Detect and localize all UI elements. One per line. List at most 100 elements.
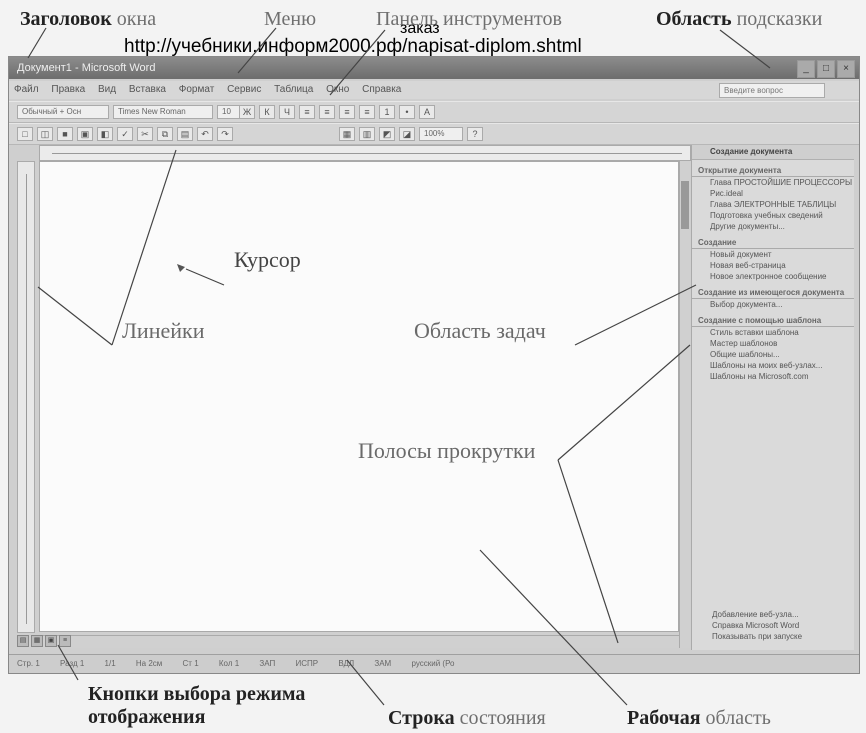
- italic-button[interactable]: К: [259, 105, 275, 119]
- status-column: Кол 1: [218, 659, 240, 668]
- label-view-buttons-line2: отображения: [88, 706, 206, 728]
- task-template-item-1[interactable]: Стиль вставки шаблона: [692, 327, 854, 338]
- map-icon[interactable]: ◪: [399, 127, 415, 141]
- menu-item-window[interactable]: Окно: [321, 81, 354, 99]
- label-workspace-bold: Рабочая: [627, 707, 701, 729]
- help-search-box[interactable]: Введите вопрос: [719, 83, 825, 98]
- task-section-create: Создание: [692, 235, 854, 249]
- task-open-item-5[interactable]: Другие документы...: [692, 221, 854, 232]
- status-rec: ЗАП: [259, 659, 276, 668]
- status-language: русский (Ро: [411, 659, 455, 668]
- minimize-button[interactable]: _: [797, 60, 815, 78]
- drawing-icon[interactable]: ◩: [379, 127, 395, 141]
- overlay-url: http://учебники.информ2000.рф/napisat-di…: [124, 36, 582, 57]
- paste-icon[interactable]: ▤: [177, 127, 193, 141]
- menu-item-format[interactable]: Формат: [174, 81, 220, 99]
- label-scrollbars: Полосы прокрутки: [358, 438, 536, 463]
- task-footer-item-1[interactable]: Добавление веб-узла...: [700, 609, 848, 620]
- save-icon[interactable]: ■: [57, 127, 73, 141]
- underline-button[interactable]: Ч: [279, 105, 295, 119]
- bullets-button[interactable]: •: [399, 105, 415, 119]
- menu-item-view[interactable]: Вид: [93, 81, 121, 99]
- status-ovr: ЗАМ: [374, 659, 392, 668]
- label-task-area: Область задач: [414, 318, 546, 343]
- task-template-item-2[interactable]: Мастер шаблонов: [692, 338, 854, 349]
- horizontal-ruler[interactable]: [39, 145, 691, 161]
- style-combo[interactable]: Обычный + Осн: [17, 105, 109, 119]
- task-template-item-5[interactable]: Шаблоны на Microsoft.com: [692, 371, 854, 382]
- window-titlebar: Документ1 - Microsoft Word _ □ ×: [9, 57, 859, 79]
- zoom-combo[interactable]: 100%: [419, 127, 463, 141]
- task-section-existing: Создание из имеющегося документа: [692, 285, 854, 299]
- bold-button[interactable]: Ж: [239, 105, 255, 119]
- task-open-item-3[interactable]: Глава ЭЛЕКТРОННЫЕ ТАБЛИЦЫ: [692, 199, 854, 210]
- horizontal-scrollbar[interactable]: [39, 635, 679, 648]
- task-open-item-2[interactable]: Рис.ideal: [692, 188, 854, 199]
- task-template-item-3[interactable]: Общие шаблоны...: [692, 349, 854, 360]
- maximize-button[interactable]: □: [817, 60, 835, 78]
- vertical-ruler[interactable]: [17, 161, 35, 633]
- redo-icon[interactable]: ↷: [217, 127, 233, 141]
- align-right-button[interactable]: ≡: [339, 105, 355, 119]
- help-icon[interactable]: ?: [467, 127, 483, 141]
- label-cursor: Курсор: [234, 247, 301, 272]
- font-color-button[interactable]: A: [419, 105, 435, 119]
- document-workspace[interactable]: [39, 161, 679, 632]
- columns-icon[interactable]: ▥: [359, 127, 375, 141]
- style-group: Обычный + Осн Times New Roman 10: [17, 105, 249, 119]
- web-view-button[interactable]: ▦: [31, 635, 43, 647]
- print-layout-button[interactable]: ▣: [45, 635, 57, 647]
- status-page-count: 1/1: [104, 659, 116, 668]
- task-open-item-1[interactable]: Глава ПРОСТОЙШИЕ ПРОЦЕССОРЫ: [692, 177, 854, 188]
- preview-icon[interactable]: ◧: [97, 127, 113, 141]
- window-title: Документ1 - Microsoft Word: [17, 62, 156, 74]
- label-menu-text: Меню: [264, 8, 317, 30]
- menu-item-edit[interactable]: Правка: [46, 81, 90, 99]
- format-buttons: Ж К Ч ≡ ≡ ≡ ≡ 1 • A: [239, 105, 435, 119]
- spelling-icon[interactable]: ✓: [117, 127, 133, 141]
- label-help-rest: подсказки: [736, 8, 823, 30]
- label-view-buttons: Кнопки выбора режима отображения: [88, 683, 305, 729]
- status-track: ИСПР: [295, 659, 319, 668]
- align-center-button[interactable]: ≡: [319, 105, 335, 119]
- task-open-item-4[interactable]: Подготовка учебных сведений: [692, 210, 854, 221]
- align-left-button[interactable]: ≡: [299, 105, 315, 119]
- task-create-item-2[interactable]: Новая веб-страница: [692, 260, 854, 271]
- task-footer-item-2[interactable]: Справка Microsoft Word: [700, 620, 848, 631]
- menu-item-insert[interactable]: Вставка: [124, 81, 171, 99]
- label-help-area: Область подсказки: [656, 8, 822, 31]
- task-create-item-1[interactable]: Новый документ: [692, 249, 854, 260]
- status-page: Стр. 1: [17, 659, 40, 668]
- vertical-scrollbar[interactable]: [679, 161, 690, 648]
- status-position: На 2см: [135, 659, 163, 668]
- cut-icon[interactable]: ✂: [137, 127, 153, 141]
- numbering-button[interactable]: 1: [379, 105, 395, 119]
- word-window: Документ1 - Microsoft Word _ □ × Файл Пр…: [8, 56, 860, 674]
- copy-icon[interactable]: ⧉: [157, 127, 173, 141]
- new-icon[interactable]: □: [17, 127, 33, 141]
- font-combo[interactable]: Times New Roman: [113, 105, 213, 119]
- open-icon[interactable]: ◫: [37, 127, 53, 141]
- label-statusbar: Строка состояния: [388, 707, 546, 730]
- task-footer-item-3[interactable]: Показывать при запуске: [700, 631, 848, 642]
- normal-view-button[interactable]: ▤: [17, 635, 29, 647]
- task-pane-footer: Добавление веб-узла... Справка Microsoft…: [700, 609, 848, 642]
- label-title-window-rest: окна: [116, 8, 157, 30]
- vertical-scroll-thumb[interactable]: [681, 181, 689, 229]
- outline-view-button[interactable]: ≡: [59, 635, 71, 647]
- task-pane: Создание документа Открытие документа Гл…: [691, 145, 854, 650]
- task-template-item-4[interactable]: Шаблоны на моих веб-узлах...: [692, 360, 854, 371]
- justify-button[interactable]: ≡: [359, 105, 375, 119]
- menu-item-file[interactable]: Файл: [9, 81, 44, 99]
- undo-icon[interactable]: ↶: [197, 127, 213, 141]
- menu-item-table[interactable]: Таблица: [269, 81, 318, 99]
- table-icon[interactable]: ▦: [339, 127, 355, 141]
- menu-item-help[interactable]: Справка: [357, 81, 406, 99]
- print-icon[interactable]: ▣: [77, 127, 93, 141]
- close-button[interactable]: ×: [837, 60, 855, 78]
- task-existing-item-1[interactable]: Выбор документа...: [692, 299, 854, 310]
- label-rulers: Линейки: [122, 318, 205, 343]
- menu-item-tools[interactable]: Сервис: [222, 81, 266, 99]
- task-create-item-3[interactable]: Новое электронное сообщение: [692, 271, 854, 282]
- task-section-template: Создание с помощью шаблона: [692, 313, 854, 327]
